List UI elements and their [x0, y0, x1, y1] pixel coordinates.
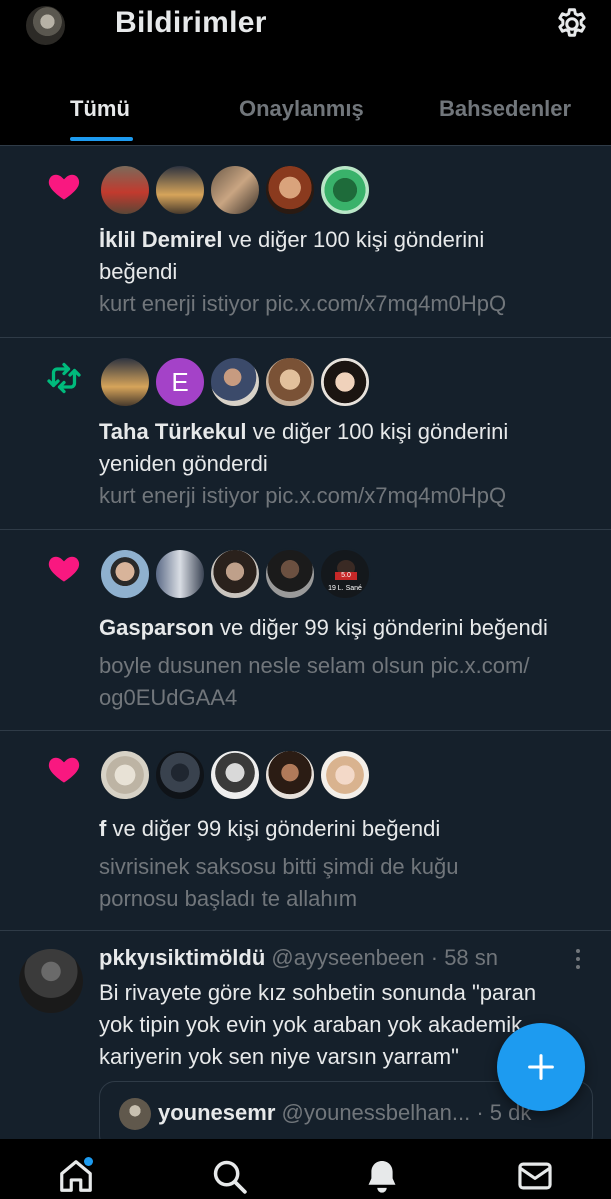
- post-author-avatar[interactable]: [19, 949, 83, 1013]
- rating-badge: 5.0: [335, 572, 357, 580]
- more-options-icon[interactable]: [566, 947, 590, 971]
- avatar[interactable]: [319, 164, 371, 216]
- post-preview: boyle dusunen nesle selam olsun pic.x.co…: [99, 650, 599, 714]
- notification-text: f ve diğer 99 kişi gönderini beğendi: [99, 813, 599, 845]
- actor-name[interactable]: İklil Demirel: [99, 227, 223, 252]
- avatar-letter[interactable]: E: [154, 356, 206, 408]
- post-timestamp: 58 sn: [444, 945, 499, 970]
- bottom-nav: [0, 1139, 611, 1199]
- action-text: ve diğer 99 kişi gönderini beğendi: [213, 615, 548, 640]
- tab-active-indicator: [70, 137, 133, 141]
- avatar[interactable]: [209, 548, 261, 600]
- preview-line: boyle dusunen nesle selam olsun pic.x.co…: [99, 653, 530, 678]
- mail-icon[interactable]: [516, 1157, 554, 1195]
- plus-icon: [528, 1054, 554, 1080]
- preview-line: og0EUdGAA4: [99, 685, 238, 710]
- avatar[interactable]: [264, 164, 316, 216]
- avatar[interactable]: [99, 749, 151, 801]
- notification-text: Taha Türkekul ve diğer 100 kişi gönderin…: [99, 416, 599, 480]
- search-icon[interactable]: [210, 1157, 248, 1195]
- page-title: Bildirimler: [115, 6, 267, 39]
- post-body-line: Bi rivayete göre kız sohbetin sonunda "p…: [99, 980, 537, 1005]
- actor-name[interactable]: Gasparson: [99, 615, 214, 640]
- action-text: ve diğer 99 kişi gönderini beğendi: [106, 816, 441, 841]
- bell-icon[interactable]: [363, 1157, 401, 1195]
- repost-icon: [47, 362, 81, 394]
- tab-verified[interactable]: Onaylanmış: [239, 96, 364, 122]
- avatar[interactable]: [264, 356, 316, 408]
- avatar[interactable]: [264, 749, 316, 801]
- heart-icon: [48, 757, 80, 783]
- preview-line: pornosu başladı te allahım: [99, 886, 358, 911]
- heart-icon: [48, 174, 80, 200]
- avatar[interactable]: [99, 356, 151, 408]
- avatar[interactable]: [209, 749, 261, 801]
- quoted-author-name[interactable]: younesemr: [158, 1100, 275, 1125]
- quoted-author-handle[interactable]: @youness​belhan...: [282, 1100, 471, 1125]
- avatar[interactable]: [209, 164, 261, 216]
- avatar[interactable]: [154, 548, 206, 600]
- post-preview: kurt enerji istiyor pic.x.com/x7mq4m0HpQ: [99, 483, 507, 508]
- post-author-name[interactable]: pkkyısiktimöldü: [99, 945, 265, 970]
- quoted-author-avatar[interactable]: [119, 1098, 151, 1130]
- post-header: pkkyısiktimöldü @ayyseenbeen · 58 sn: [99, 943, 498, 973]
- heart-icon: [48, 556, 80, 582]
- post-preview: kurt enerji istiyor pic.x.com/x7mq4m0HpQ: [99, 291, 507, 316]
- profile-avatar[interactable]: [24, 4, 67, 47]
- gear-icon[interactable]: [554, 6, 590, 42]
- notification-item[interactable]: 5.0 19 L. Sané Gasparson ve diğer 99 kiş…: [0, 529, 611, 730]
- notification-text: Gasparson ve diğer 99 kişi gönderini beğ…: [99, 612, 599, 644]
- notification-item[interactable]: İklil Demirel ve diğer 100 kişi gönderin…: [0, 145, 611, 337]
- preview-line: sivrisinek saksosu bitti şimdi de kuğu: [99, 854, 459, 879]
- home-new-dot: [84, 1157, 93, 1166]
- action-text: yeniden gönderdi: [99, 451, 268, 476]
- avatar[interactable]: [154, 164, 206, 216]
- avatar[interactable]: [209, 356, 261, 408]
- action-text: beğendi: [99, 259, 178, 284]
- tab-all[interactable]: Tümü: [70, 96, 130, 122]
- avatar[interactable]: [99, 164, 151, 216]
- tab-bar: Tümü Onaylanmış Bahsedenler: [0, 90, 611, 145]
- action-text: ve diğer 100 kişi gönderini: [222, 227, 485, 252]
- player-name-label: 19 L. Sané: [328, 585, 362, 592]
- avatar[interactable]: [319, 749, 371, 801]
- post-body-line: kariyerin yok sen niye varsın yarram": [99, 1044, 459, 1069]
- post-preview: sivrisinek saksosu bitti şimdi de kuğu p…: [99, 851, 599, 915]
- tab-mentions[interactable]: Bahsedenler: [439, 96, 571, 122]
- avatar[interactable]: [319, 356, 371, 408]
- avatar[interactable]: [154, 749, 206, 801]
- separator: ·: [424, 945, 445, 970]
- actor-name[interactable]: Taha Türkekul: [99, 419, 247, 444]
- notification-item[interactable]: f ve diğer 99 kişi gönderini beğendi siv…: [0, 730, 611, 930]
- header: Bildirimler Tümü Onaylanmış Bahsedenler: [0, 0, 611, 145]
- post-body-line: yok tipin yok evin yok araban yok akadem…: [99, 1012, 523, 1037]
- post-author-handle[interactable]: @ayyseenbeen: [271, 945, 424, 970]
- compose-button[interactable]: [497, 1023, 585, 1111]
- notification-item[interactable]: E Taha Türkekul ve diğer 100 kişi gönder…: [0, 337, 611, 529]
- notification-text: İklil Demirel ve diğer 100 kişi gönderin…: [99, 224, 599, 288]
- avatar[interactable]: [99, 548, 151, 600]
- avatar[interactable]: [264, 548, 316, 600]
- avatar-player-card[interactable]: 5.0 19 L. Sané: [319, 548, 371, 600]
- action-text: ve diğer 100 kişi gönderini: [246, 419, 509, 444]
